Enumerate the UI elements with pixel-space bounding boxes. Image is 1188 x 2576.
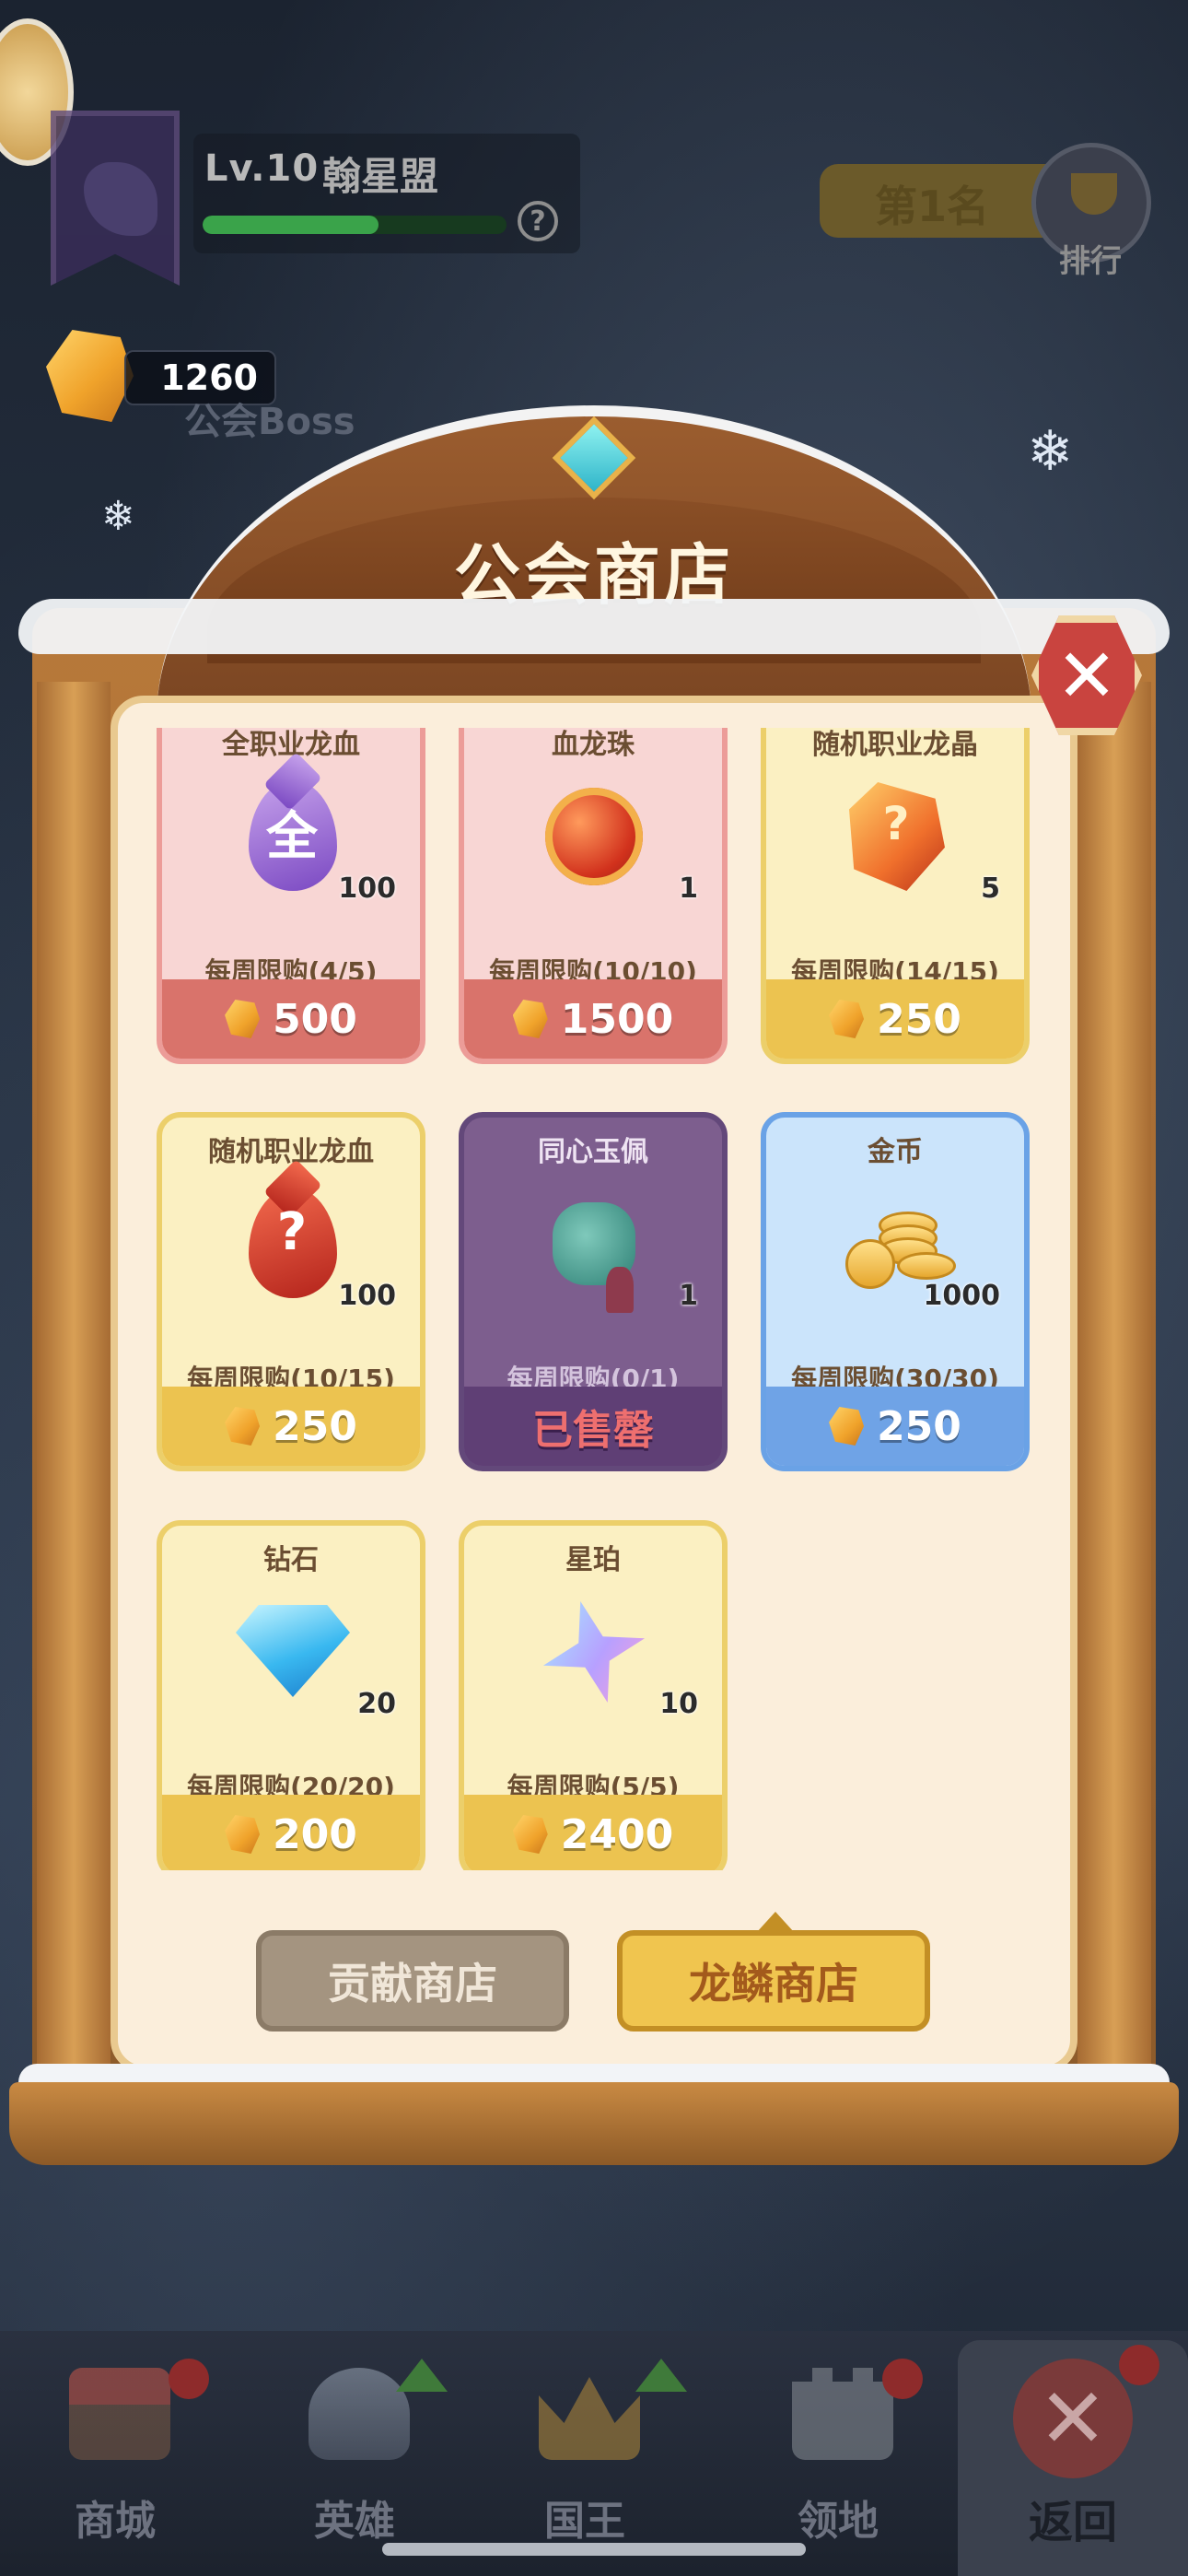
notification-dot (882, 2359, 923, 2399)
item-quantity: 5 (981, 872, 1000, 905)
home-indicator[interactable] (382, 2543, 806, 2556)
nav-territory-label: 领地 (798, 2498, 879, 2545)
upgrade-arrow-icon (396, 2359, 448, 2392)
buy-button[interactable]: 2400 (464, 1795, 722, 1870)
buy-button[interactable]: 1500 (464, 979, 722, 1059)
dragon-scale-icon (512, 1815, 548, 1854)
item-name: 钻石 (263, 1544, 319, 1576)
item-name: 随机职业龙晶 (812, 729, 978, 761)
active-tab-indicator (757, 1912, 794, 1932)
dragon-scale-icon (225, 1815, 261, 1854)
guild-exp-fill (203, 216, 379, 234)
guild-exp-bar (203, 216, 507, 234)
back-label: 返回 (1028, 2497, 1117, 2548)
item-quantity: 10 (659, 1688, 698, 1720)
item-quantity: 100 (338, 1280, 396, 1312)
tab-dragon-scale-shop[interactable]: 龙鳞商店 (617, 1930, 930, 2032)
item-name: 星珀 (565, 1544, 621, 1576)
left-pillar (37, 682, 111, 2101)
wolf-emblem-icon (84, 162, 157, 236)
nav-shop-label: 商城 (75, 2498, 156, 2545)
snowflake-icon: ❄ (1027, 419, 1074, 484)
item-name: 金币 (868, 1136, 923, 1168)
dragon-scale-icon (225, 1000, 261, 1038)
buy-button[interactable]: 200 (162, 1795, 420, 1870)
guild-level: Lv.10 (204, 147, 320, 190)
help-icon[interactable]: ? (518, 201, 558, 241)
item-quantity: 1 (679, 1280, 698, 1312)
jade-pendant-icon (525, 1175, 663, 1313)
item-price: 500 (273, 995, 357, 1043)
buy-button[interactable]: 500 (162, 979, 420, 1059)
item-quantity: 20 (357, 1688, 396, 1720)
shop-item-card[interactable]: 全职业龙血全 100 每周限购(4/5) 500 (157, 728, 425, 1064)
diamond-icon (223, 1583, 361, 1721)
star-gem-icon (525, 1583, 663, 1721)
item-quantity: 1000 (923, 1280, 1001, 1312)
shop-item-card[interactable]: 星珀 10 每周限购(5/5) 2400 (459, 1520, 728, 1870)
item-price: 250 (877, 995, 961, 1043)
snow-cap (18, 599, 1170, 654)
helmet-icon (309, 2368, 410, 2460)
shop-stall-icon (69, 2368, 170, 2460)
item-name: 血龙珠 (552, 729, 635, 761)
notification-dot (169, 2359, 209, 2399)
guild-boss-label: 公会Boss (184, 401, 355, 443)
buy-button[interactable]: 250 (766, 1387, 1024, 1466)
item-price: 200 (273, 1810, 357, 1858)
dragon-scale-icon (512, 1000, 548, 1038)
upgrade-arrow-icon (635, 2359, 687, 2392)
buy-button[interactable]: 250 (162, 1387, 420, 1466)
item-price: 1500 (560, 995, 674, 1043)
rank-text: 第1名 (875, 181, 990, 231)
shop-item-card[interactable]: 同心玉佩 1 每周限购(0/1) 已售罄 (459, 1112, 728, 1471)
castle-icon (792, 2368, 893, 2460)
shop-item-card[interactable]: 钻石 20 每周限购(20/20) 200 (157, 1520, 425, 1870)
shop-item-card[interactable]: 随机职业龙晶? 5 每周限购(14/15) 250 (761, 728, 1030, 1064)
red-orb-icon (525, 767, 663, 906)
rank-label: 排行 (1059, 243, 1122, 280)
nav-king-label: 国王 (544, 2498, 625, 2545)
nav-shop[interactable]: 商城 (23, 2359, 209, 2561)
right-pillar (1077, 682, 1151, 2101)
nav-hero[interactable]: 英雄 (262, 2359, 448, 2561)
dragon-scale-icon (829, 1407, 865, 1446)
item-quantity: 100 (338, 872, 396, 905)
nav-king[interactable]: 国王 (493, 2359, 687, 2561)
shop-item-card[interactable]: 随机职业龙血? 100 每周限购(10/15) 250 (157, 1112, 425, 1471)
sold-out-label: 已售罄 (464, 1387, 722, 1466)
item-quantity: 1 (679, 872, 698, 905)
dragon-scale-icon (829, 1000, 865, 1038)
shop-item-card[interactable]: 金币 1000 每周限购(30/30) 250 (761, 1112, 1030, 1471)
item-name: 同心玉佩 (538, 1136, 648, 1168)
back-button[interactable]: ✕ 返回 (958, 2340, 1188, 2576)
item-price: 250 (877, 1402, 961, 1450)
notification-dot (1119, 2345, 1159, 2385)
crown-icon (539, 2377, 640, 2460)
modal-base (9, 2082, 1179, 2165)
item-price: 250 (273, 1402, 357, 1450)
nav-hero-label: 英雄 (314, 2498, 395, 2545)
dragon-scale-icon (225, 1407, 261, 1446)
buy-button[interactable]: 250 (766, 979, 1024, 1059)
orange-crystal-icon: ? (827, 767, 965, 906)
guild-name: 翰星盟 (322, 154, 439, 199)
item-price: 已售罄 (532, 1407, 654, 1454)
shop-item-card[interactable]: 血龙珠 1 每周限购(10/10) 1500 (459, 728, 728, 1064)
shop-items-grid[interactable]: 全职业龙血全 100 每周限购(4/5) 500 血龙珠 1 每周限购(10/10) 1500… (147, 728, 1041, 1870)
close-icon: ✕ (1013, 2359, 1133, 2478)
tab-contribution-shop[interactable]: 贡献商店 (256, 1930, 569, 2032)
item-price: 2400 (560, 1810, 674, 1858)
nav-territory[interactable]: 领地 (746, 2359, 930, 2561)
